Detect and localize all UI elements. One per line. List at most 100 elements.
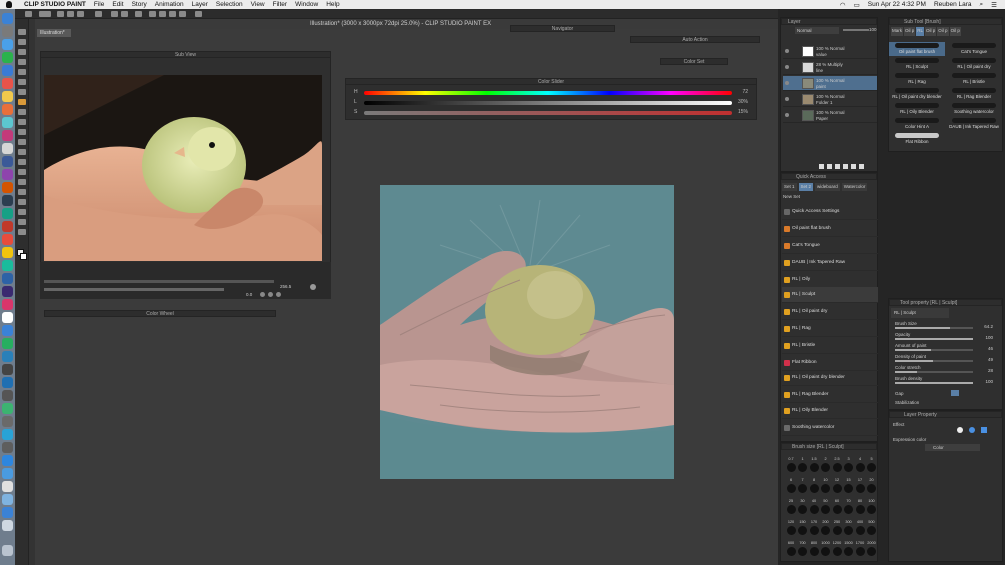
app-icon-3[interactable] <box>2 182 13 193</box>
battery-icon[interactable]: ▭ <box>854 1 860 9</box>
menu-file[interactable]: File <box>94 1 104 8</box>
menu-help[interactable]: Help <box>326 1 339 8</box>
layer-row-line[interactable]: 28 % Multiply line <box>783 60 877 75</box>
tool-property-row[interactable]: Density of paint 49 <box>895 354 999 364</box>
qa-item[interactable]: Flat Ribbon <box>782 355 878 371</box>
brush-size-preset[interactable] <box>798 526 807 535</box>
sub-view-angle-slider[interactable] <box>44 288 224 291</box>
brush-size-preset[interactable] <box>855 526 865 535</box>
brush-rl-rag-blender[interactable]: RL | Rag Blender <box>946 87 1002 101</box>
menu-animation[interactable]: Animation <box>155 1 184 8</box>
app-icon-2[interactable] <box>2 169 13 180</box>
hue-slider[interactable]: H 72 <box>354 89 754 97</box>
property-slider[interactable] <box>895 371 973 373</box>
tool-property-row[interactable]: Brush Size 64.2 <box>895 321 999 331</box>
gap-toggle[interactable] <box>951 390 959 396</box>
user-name[interactable]: Reuben Lara <box>934 1 972 8</box>
property-value[interactable]: 100 <box>985 335 993 340</box>
brush-size-preset[interactable] <box>855 547 865 556</box>
brush-size-preset[interactable] <box>832 484 842 493</box>
layer-row-paint[interactable]: 100 % Normal paint <box>783 76 877 91</box>
downloads-icon[interactable] <box>2 520 13 531</box>
safari-icon[interactable] <box>2 39 13 50</box>
app-icon-4[interactable] <box>2 195 13 206</box>
qa-item[interactable]: Cat's Tongue <box>782 238 878 254</box>
save-icon[interactable] <box>57 11 64 17</box>
luminance-slider[interactable]: L 30% <box>354 99 754 107</box>
brush-flat-ribbon[interactable]: Flat Ribbon <box>889 132 945 146</box>
layer-property-tab[interactable]: Layer Property <box>889 411 1002 418</box>
saturation-slider[interactable]: S 15% <box>354 109 754 117</box>
group-tab[interactable]: Oil p <box>949 27 961 36</box>
undo-icon[interactable] <box>67 11 74 17</box>
property-slider[interactable] <box>895 349 973 351</box>
list-icon[interactable]: ☰ <box>991 1 997 9</box>
brush-size-preset[interactable] <box>809 463 819 472</box>
eye-icon[interactable] <box>785 65 789 69</box>
brush-size-preset[interactable] <box>821 505 830 514</box>
artwork-canvas[interactable] <box>380 185 674 479</box>
clear-icon[interactable] <box>95 11 102 17</box>
brush-size-preset[interactable] <box>867 505 876 514</box>
menu-layer[interactable]: Layer <box>192 1 208 8</box>
gradient-tool-icon[interactable] <box>18 169 26 175</box>
qa-item[interactable]: DAUB | Ink Tapered Raw <box>782 255 878 271</box>
group-tab[interactable]: Oil p <box>904 27 916 36</box>
decoration-tool-icon[interactable] <box>18 129 26 135</box>
quick-access-settings[interactable]: Quick Access Settings <box>782 204 878 220</box>
eyedropper-icon[interactable] <box>310 284 316 290</box>
operation-tool-icon[interactable] <box>18 49 26 55</box>
apple-icon[interactable] <box>6 1 12 8</box>
brush-size-tab[interactable]: Brush size [RL | Sculpt] <box>781 443 877 450</box>
menu-story[interactable]: Story <box>132 1 147 8</box>
brush-tool-icon[interactable] <box>18 99 26 105</box>
music-icon[interactable] <box>2 130 13 141</box>
brush-size-preset[interactable] <box>844 484 853 493</box>
brush-size-preset[interactable] <box>867 463 876 472</box>
ruler-icon[interactable] <box>169 11 176 17</box>
zoom-out-icon[interactable] <box>260 292 265 297</box>
brush-size-preset[interactable] <box>809 526 819 535</box>
brush-size-preset[interactable] <box>786 526 796 535</box>
brush-size-preset[interactable] <box>786 463 796 472</box>
set-tab[interactable]: Set 1 <box>782 183 797 191</box>
effect-border-icon[interactable] <box>957 427 963 433</box>
brush-size-preset[interactable] <box>844 463 853 472</box>
brush-size-preset[interactable] <box>821 547 830 556</box>
tool-property-row[interactable]: Opacity 100 <box>895 332 999 342</box>
guide-icon[interactable] <box>179 11 186 17</box>
pencil-tool-icon[interactable] <box>18 109 26 115</box>
app-icon-24[interactable] <box>2 507 13 518</box>
brush-rl-oil-dry-blender[interactable]: RL | Oil paint dry blender <box>889 87 945 101</box>
color-set-header[interactable]: Color Set <box>660 58 728 65</box>
property-value[interactable]: 46 <box>988 346 993 351</box>
maps-icon[interactable] <box>2 117 13 128</box>
move-tool-icon[interactable] <box>18 29 26 35</box>
brush-size-preset[interactable] <box>844 547 853 556</box>
brush-size-preset[interactable] <box>855 484 865 493</box>
opacity-value[interactable]: 100 <box>869 27 877 32</box>
set-tab-active[interactable]: Set 2 <box>798 183 814 191</box>
mail-icon[interactable] <box>2 65 13 76</box>
app-icon-23[interactable] <box>2 494 13 505</box>
blend-mode-select[interactable]: Normal <box>795 27 839 34</box>
menu-filter[interactable]: Filter <box>273 1 287 8</box>
eye-icon[interactable] <box>785 81 789 85</box>
brush-rl-oil-paint-dry[interactable]: RL | Oil paint dry <box>946 57 1002 71</box>
figure-tool-icon[interactable] <box>18 179 26 185</box>
eye-icon[interactable] <box>785 97 789 101</box>
tool-property-row[interactable]: Brush density 100 <box>895 376 999 386</box>
document-tab[interactable]: Illustration* <box>37 29 71 37</box>
app-icon-1[interactable] <box>2 156 13 167</box>
qa-item[interactable]: RL | Rag Blender <box>782 387 878 403</box>
brush-size-preset[interactable] <box>809 484 819 493</box>
menu-window[interactable]: Window <box>295 1 318 8</box>
menu-view[interactable]: View <box>251 1 265 8</box>
property-slider[interactable] <box>895 382 973 384</box>
tool-property-row[interactable]: Amount of paint 46 <box>895 343 999 353</box>
effect-color-icon[interactable] <box>969 427 975 433</box>
brush-size-preset[interactable] <box>798 463 807 472</box>
app-icon-17[interactable] <box>2 416 13 427</box>
property-value[interactable]: 49 <box>988 357 993 362</box>
brush-size-preset[interactable] <box>809 547 819 556</box>
